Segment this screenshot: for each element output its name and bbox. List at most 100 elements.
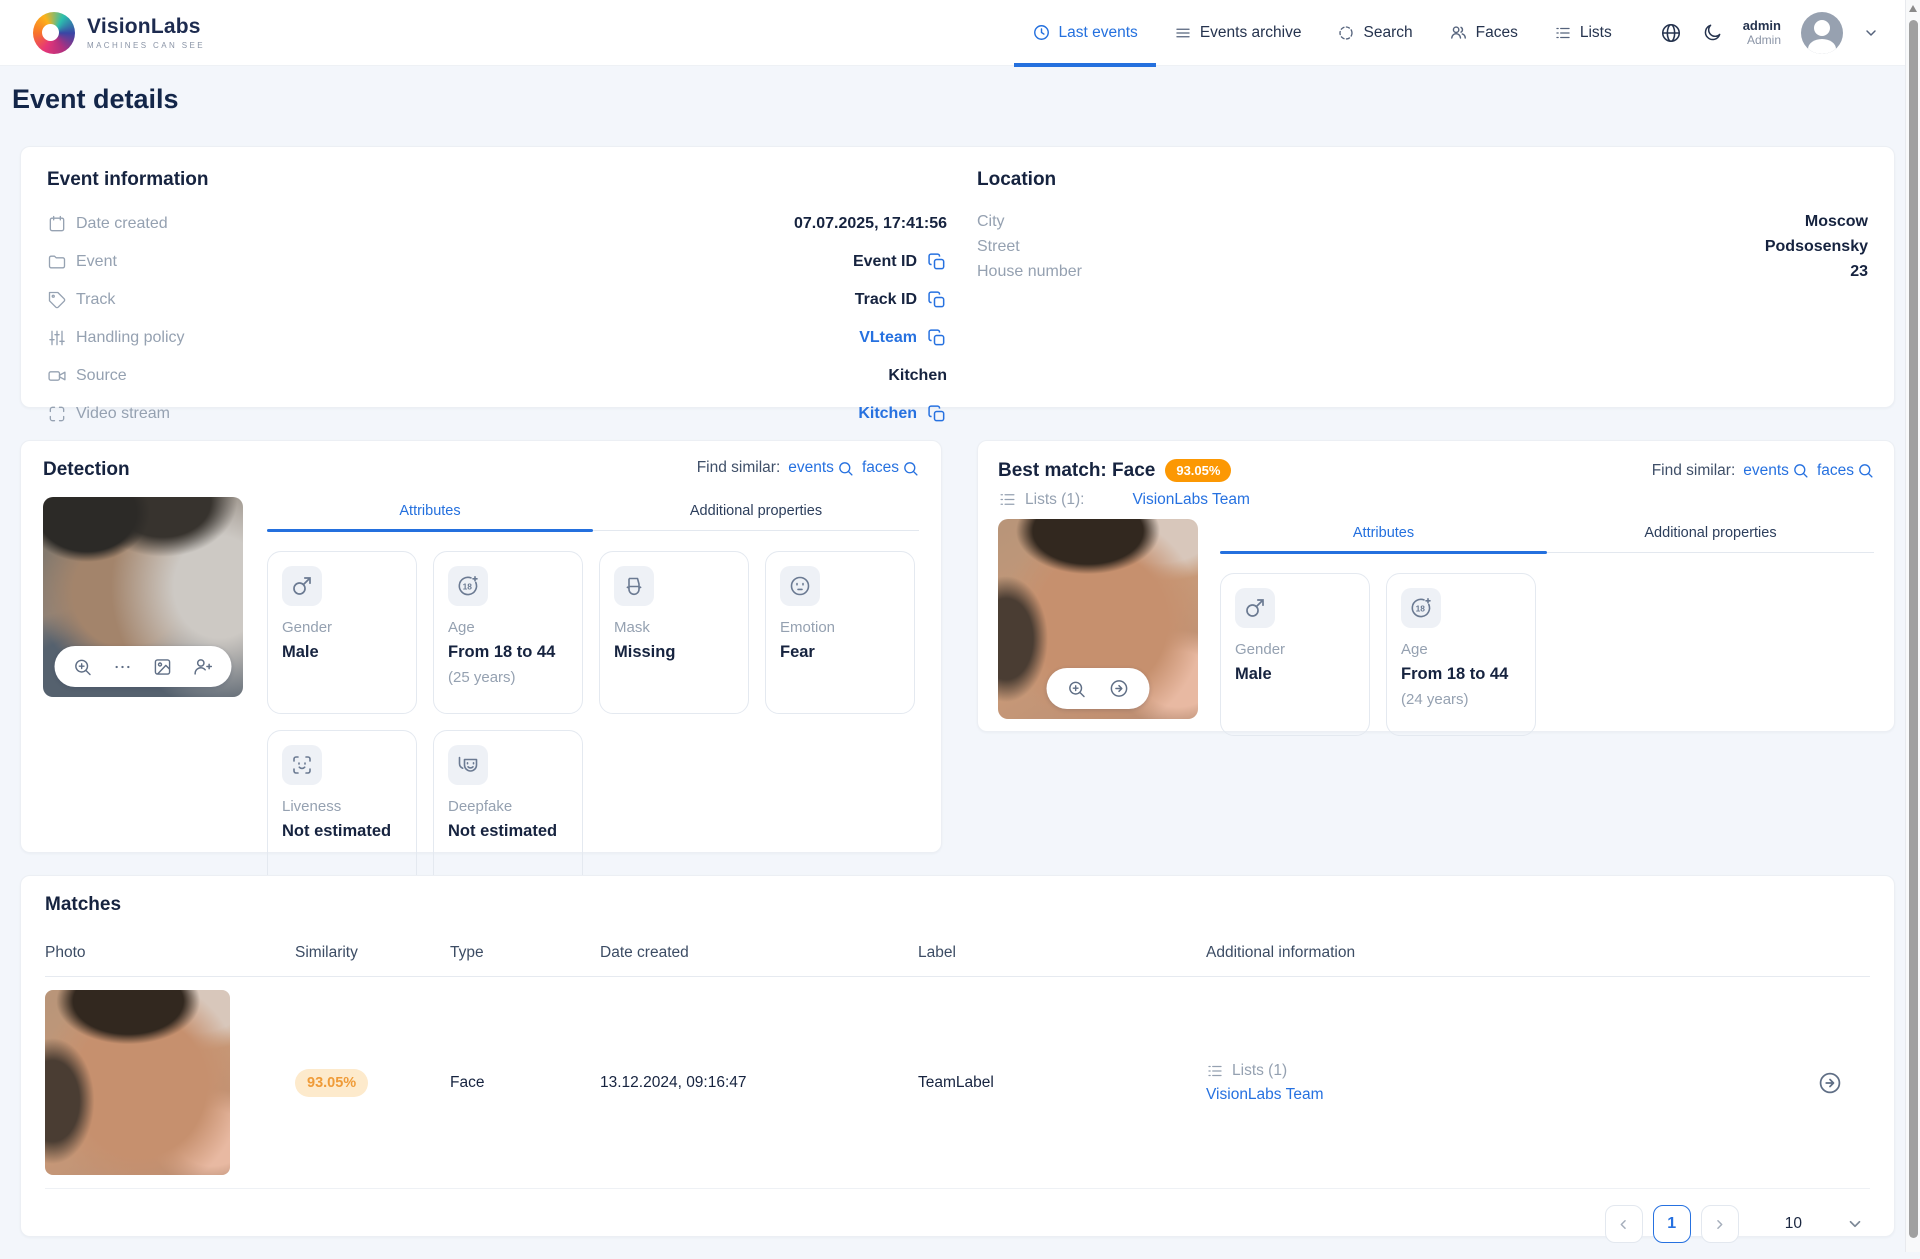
similarity-badge: 93.05% [295, 1068, 369, 1097]
list-icon [998, 490, 1017, 509]
detection-photo[interactable] [43, 497, 243, 697]
scrollbar-up-arrow[interactable] [1909, 5, 1917, 12]
sliders-icon [47, 328, 67, 348]
pagination-next-button[interactable] [1700, 1205, 1739, 1243]
info-value: Kitchen [888, 366, 947, 384]
page-size-chevron-down-icon[interactable] [1846, 1215, 1864, 1233]
zoom-in-icon[interactable] [1067, 679, 1087, 699]
globe-icon[interactable] [1660, 22, 1682, 44]
attribute-card-mask: Mask Missing [599, 551, 749, 714]
attribute-card-gender: Gender Male [1220, 573, 1370, 736]
nav-tab-lists[interactable]: Lists [1536, 0, 1630, 66]
tab-attributes[interactable]: Attributes [1220, 519, 1547, 554]
attribute-card-age: 18 Age From 18 to 44 (24 years) [1386, 573, 1536, 736]
clock-icon [1032, 23, 1051, 42]
info-value: Event ID [852, 252, 917, 270]
find-similar-faces-link[interactable]: faces [862, 459, 919, 477]
event-information-card: Event information Date created 07.07.202… [20, 146, 1895, 422]
arrow-right-circle-icon[interactable] [1109, 678, 1130, 699]
nav-label: Lists [1579, 23, 1612, 41]
best-match-title: Best match: Face [998, 459, 1156, 481]
video-stream-link[interactable]: Kitchen [858, 405, 917, 423]
column-additional-information: Additional information [1206, 944, 1356, 961]
zoom-in-icon[interactable] [73, 657, 93, 677]
user-name: admin [1742, 17, 1781, 33]
scrollbar-thumb[interactable] [1909, 20, 1918, 1238]
match-list-link[interactable]: VisionLabs Team [1206, 1086, 1790, 1104]
event-information-title: Event information [47, 169, 209, 190]
info-row-track: Track Track ID [47, 287, 947, 312]
match-additional-info: Lists (1) VisionLabs Team [1206, 1062, 1790, 1104]
svg-text:18: 18 [1416, 604, 1426, 614]
handling-policy-link[interactable]: VLteam [859, 329, 917, 347]
pagination-prev-button[interactable] [1604, 1205, 1643, 1243]
nav-tab-faces[interactable]: Faces [1431, 0, 1536, 66]
user-info: admin Admin [1743, 18, 1781, 48]
copy-icon[interactable] [927, 328, 947, 348]
lists-count-label: Lists (1) [1232, 1061, 1288, 1079]
matches-card: Matches Photo Similarity Type Date creat… [20, 875, 1895, 1243]
best-match-card: Best match: Face 93.05% Find similar: ev… [977, 440, 1895, 736]
match-type: Face [450, 1073, 485, 1091]
copy-icon[interactable] [927, 290, 947, 310]
match-table-row: 93.05% Face 13.12.2024, 09:16:47 TeamLab… [45, 977, 1870, 1189]
tab-additional-properties[interactable]: Additional properties [1547, 519, 1874, 552]
match-photo[interactable] [45, 990, 230, 1175]
detection-card: Detection Find similar: events faces Att… [20, 440, 942, 893]
info-label: Event [76, 252, 117, 270]
column-label: Label [918, 944, 956, 961]
pagination-page-1-button[interactable]: 1 [1652, 1205, 1691, 1243]
lists-count-label: Lists (1): [1025, 490, 1085, 508]
info-value: 07.07.2025, 17:41:56 [793, 214, 947, 232]
nav-tab-search[interactable]: Search [1319, 0, 1430, 66]
location-row-house-number: House number 23 [977, 263, 1868, 280]
search-icon [1857, 462, 1874, 479]
frame-corners-icon [47, 404, 67, 424]
nav-tab-last-events[interactable]: Last events [1013, 0, 1157, 67]
copy-icon[interactable] [927, 404, 947, 424]
tab-additional-properties[interactable]: Additional properties [593, 497, 919, 530]
page-title: Event details [12, 84, 179, 114]
info-label: Date created [76, 214, 168, 232]
best-match-photo-toolbar [1046, 668, 1150, 709]
list-icon [1206, 1062, 1224, 1080]
image-icon[interactable] [153, 657, 173, 677]
info-row-handling-policy: Handling policy VLteam [47, 325, 947, 350]
attribute-card-emotion: Emotion Fear [765, 551, 915, 714]
info-row-event: Event Event ID [47, 249, 947, 274]
person-plus-icon[interactable] [193, 656, 214, 677]
info-row-source: Source Kitchen [47, 363, 947, 388]
attribute-card-age: 18 Age From 18 to 44 (25 years) [433, 551, 583, 714]
info-label: Track [76, 290, 116, 308]
find-similar-events-link[interactable]: events [788, 459, 854, 477]
matches-table-header: Photo Similarity Type Date created Label… [45, 932, 1870, 977]
logo-subtitle: MACHINES CAN SEE [87, 41, 205, 50]
find-similar-faces-link[interactable]: faces [1817, 462, 1874, 480]
age-18-icon: 18 [448, 566, 488, 606]
copy-icon[interactable] [927, 252, 947, 272]
detection-photo-toolbar [54, 646, 232, 687]
best-match-lists: Lists (1): VisionLabs Team [998, 490, 1874, 509]
gender-male-icon [1235, 588, 1275, 628]
nav-tab-events-archive[interactable]: Events archive [1156, 0, 1320, 66]
emotion-face-icon [780, 566, 820, 606]
ellipsis-icon[interactable] [113, 657, 133, 677]
chevron-down-icon[interactable] [1863, 25, 1879, 41]
moon-icon[interactable] [1702, 22, 1723, 43]
vertical-scrollbar[interactable] [1905, 0, 1920, 1252]
top-navigation-bar: VisionLabs MACHINES CAN SEE Last events … [0, 0, 1905, 67]
logo-title: VisionLabs [87, 15, 201, 38]
best-match-photo[interactable] [998, 519, 1198, 719]
column-photo: Photo [45, 944, 86, 961]
detection-tabs: Attributes Additional properties [267, 497, 919, 532]
best-match-list-link[interactable]: VisionLabs Team [1132, 491, 1249, 509]
arrow-right-circle-icon[interactable] [1817, 1070, 1843, 1096]
tab-attributes[interactable]: Attributes [267, 497, 593, 532]
search-icon [902, 460, 919, 477]
attribute-card-deepfake: Deepfake Not estimated [433, 730, 583, 893]
matches-title: Matches [45, 894, 122, 915]
find-similar-events-link[interactable]: events [1743, 462, 1809, 480]
avatar[interactable] [1801, 11, 1843, 54]
best-match-similarity-badge: 93.05% [1165, 459, 1232, 482]
attribute-card-liveness: Liveness Not estimated [267, 730, 417, 893]
